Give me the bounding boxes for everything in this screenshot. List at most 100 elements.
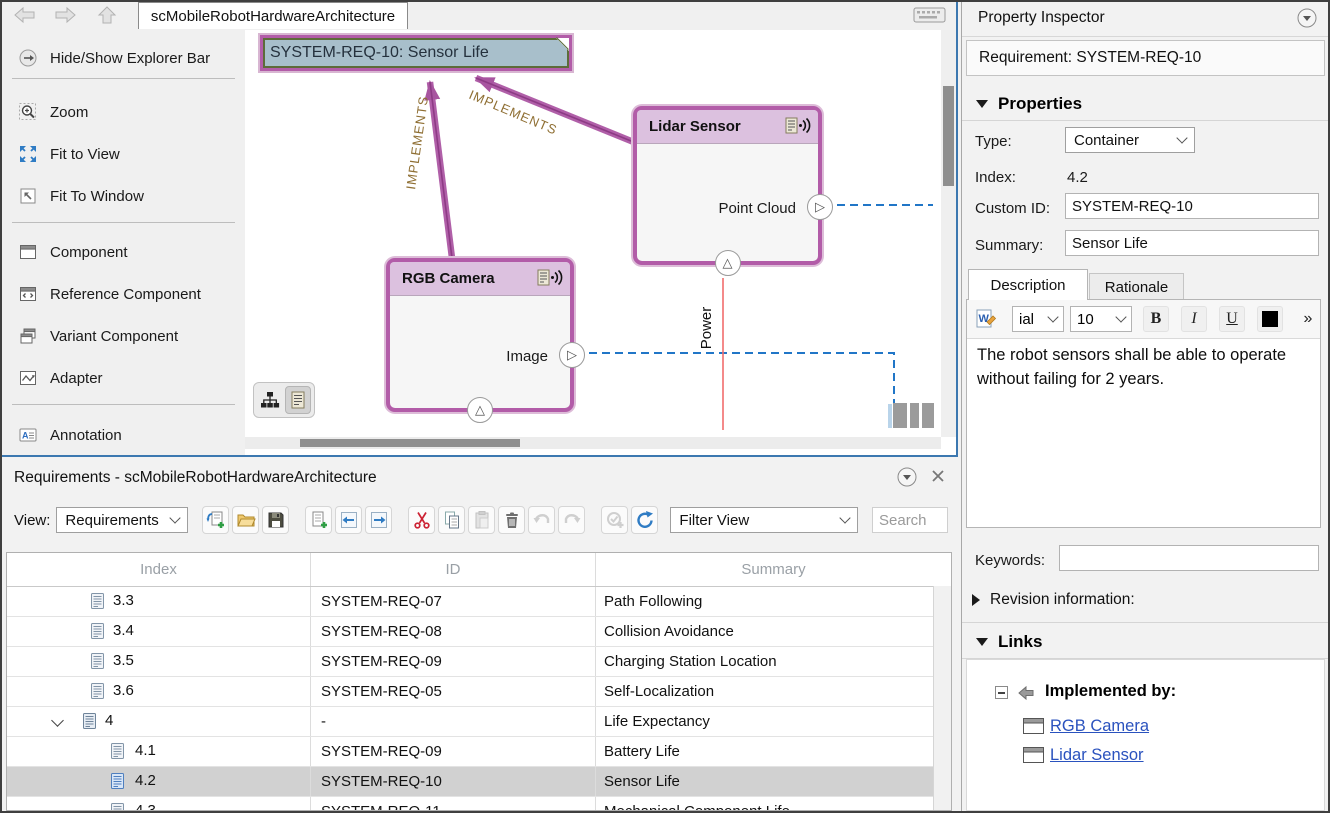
refresh-button[interactable] <box>631 506 658 534</box>
requirement-doc-icon <box>83 713 96 733</box>
tab-description[interactable]: Description <box>968 269 1088 300</box>
font-size-dropdown[interactable]: 10 <box>1070 306 1132 332</box>
scrollbar-thumb[interactable] <box>300 439 520 447</box>
palette-item-zoom[interactable]: Zoom <box>2 100 245 124</box>
toolbar-overflow-button[interactable]: » <box>1298 306 1318 332</box>
port-image[interactable]: ▷ <box>559 342 585 368</box>
save-button[interactable] <box>262 506 289 534</box>
column-header-id[interactable]: ID <box>311 553 596 586</box>
palette-item-explorer-bar[interactable]: Hide/Show Explorer Bar <box>2 46 245 70</box>
bold-button[interactable]: B <box>1143 306 1169 332</box>
column-header-index[interactable]: Index <box>7 553 311 586</box>
palette-divider <box>12 222 235 223</box>
table-row[interactable]: 3.5 SYSTEM-REQ-09 Charging Station Locat… <box>7 647 951 677</box>
palette-item-component[interactable]: Component <box>2 240 245 264</box>
expand-chevron-icon[interactable] <box>51 714 64 727</box>
demote-requirement-button[interactable] <box>365 506 392 534</box>
hierarchy-view-button[interactable] <box>257 386 283 414</box>
column-header-summary[interactable]: Summary <box>596 553 951 586</box>
palette-item-fit-to-window[interactable]: Fit To Window <box>2 184 245 208</box>
keyboard-shortcuts-button[interactable] <box>912 6 948 26</box>
word-document-button[interactable]: W <box>973 306 999 332</box>
redo-icon <box>562 510 582 530</box>
panel-close-button[interactable] <box>930 469 946 485</box>
italic-button[interactable]: I <box>1181 306 1207 332</box>
redo-button[interactable] <box>558 506 585 534</box>
tab-model[interactable]: scMobileRobotHardwareArchitecture <box>138 2 408 29</box>
keywords-input[interactable] <box>1059 545 1319 571</box>
link-lidar-sensor[interactable]: Lidar Sensor <box>1050 746 1144 765</box>
requirement-doc-icon <box>91 623 104 643</box>
new-requirement-set-button[interactable] <box>202 506 229 534</box>
underline-button[interactable]: U <box>1219 306 1245 332</box>
table-row[interactable]: 4.3 SYSTEM-REQ-11 Mechanical Component L… <box>7 797 951 811</box>
summary-input[interactable] <box>1065 230 1319 256</box>
promote-requirement-button[interactable] <box>335 506 362 534</box>
summary-label: Summary: <box>975 237 1043 254</box>
requirements-view-button[interactable] <box>285 386 311 414</box>
custom-id-input[interactable] <box>1065 193 1319 219</box>
tab-rationale[interactable]: Rationale <box>1089 273 1184 300</box>
zoom-icon <box>18 102 38 122</box>
paste-button[interactable] <box>468 506 495 534</box>
add-requirement-button[interactable] <box>305 506 332 534</box>
view-label: View: <box>14 512 50 529</box>
add-link-button[interactable] <box>601 506 628 534</box>
keywords-label: Keywords: <box>975 552 1045 569</box>
description-text[interactable]: The robot sensors shall be able to opera… <box>977 344 1310 392</box>
forward-button[interactable] <box>50 5 80 27</box>
copy-button[interactable] <box>438 506 465 534</box>
component-title: RGB Camera <box>390 270 495 287</box>
canvas-vertical-scrollbar[interactable] <box>941 30 956 437</box>
port-lidar-power[interactable]: △ <box>715 250 741 276</box>
check-plus-icon <box>605 510 625 530</box>
inspector-menu-button[interactable] <box>1296 7 1318 29</box>
diagram-canvas[interactable]: Power IMPLEMENTS IMPLEME <box>245 30 956 455</box>
undo-button[interactable] <box>528 506 555 534</box>
document-icon <box>291 391 306 409</box>
delete-button[interactable] <box>498 506 525 534</box>
cut-button[interactable] <box>408 506 435 534</box>
property-inspector-panel: Property Inspector Requirement: SYSTEM-R… <box>961 0 1330 813</box>
link-rgb-camera[interactable]: RGB Camera <box>1050 717 1149 736</box>
filter-view-value: Filter View <box>679 512 749 529</box>
palette-item-annotation[interactable]: A Annotation <box>2 423 245 447</box>
component-lidar-sensor[interactable]: Lidar Sensor Point Cloud ▷ △ <box>633 106 822 265</box>
table-row[interactable]: 3.6 SYSTEM-REQ-05 Self-Localization <box>7 677 951 707</box>
implements-link-rgb-camera[interactable] <box>430 82 452 258</box>
component-rgb-camera[interactable]: RGB Camera Image ▷ △ <box>386 258 574 412</box>
filter-view-dropdown[interactable]: Filter View <box>670 507 858 533</box>
properties-section-header[interactable]: Properties <box>962 88 1330 121</box>
requirement-annotation-inner: SYSTEM-REQ-10: Sensor Life <box>263 38 569 68</box>
table-row[interactable]: 3.3 SYSTEM-REQ-07 Path Following <box>7 587 951 617</box>
canvas-horizontal-scrollbar[interactable] <box>245 437 941 449</box>
search-input[interactable] <box>872 507 948 533</box>
table-row[interactable]: 4.1 SYSTEM-REQ-09 Battery Life <box>7 737 951 767</box>
open-button[interactable] <box>232 506 259 534</box>
up-button[interactable] <box>92 5 122 27</box>
links-section-header[interactable]: Links <box>962 626 1330 659</box>
panel-menu-button[interactable] <box>896 466 918 488</box>
palette-item-label: Component <box>50 244 128 261</box>
table-row-selected[interactable]: 4.2 SYSTEM-REQ-10 Sensor Life <box>7 767 951 797</box>
requirement-annotation-box[interactable]: SYSTEM-REQ-10: Sensor Life <box>260 35 572 71</box>
view-dropdown[interactable]: Requirements <box>56 507 188 533</box>
tab-title: scMobileRobotHardwareArchitecture <box>151 8 395 25</box>
port-camera-power[interactable]: △ <box>467 397 493 423</box>
type-dropdown[interactable]: Container <box>1065 127 1195 153</box>
palette-item-fit-to-view[interactable]: Fit to View <box>2 142 245 166</box>
table-row[interactable]: 3.4 SYSTEM-REQ-08 Collision Avoidance <box>7 617 951 647</box>
collapse-triangle-icon <box>976 638 988 646</box>
font-family-dropdown[interactable]: ial <box>1012 306 1064 332</box>
palette-item-variant-component[interactable]: Variant Component <box>2 324 245 348</box>
port-point-cloud[interactable]: ▷ <box>807 194 833 220</box>
revision-information-row[interactable]: Revision information: <box>962 586 1330 614</box>
back-button[interactable] <box>10 5 40 27</box>
scrollbar-thumb[interactable] <box>943 86 954 186</box>
palette-item-reference-component[interactable]: Reference Component <box>2 282 245 306</box>
table-row-parent[interactable]: 4 - Life Expectancy <box>7 707 951 737</box>
table-vertical-scrollbar[interactable] <box>933 586 951 810</box>
palette-item-adapter[interactable]: Adapter <box>2 366 245 390</box>
collapse-minus-icon[interactable] <box>995 686 1008 699</box>
font-color-button[interactable] <box>1257 306 1283 332</box>
